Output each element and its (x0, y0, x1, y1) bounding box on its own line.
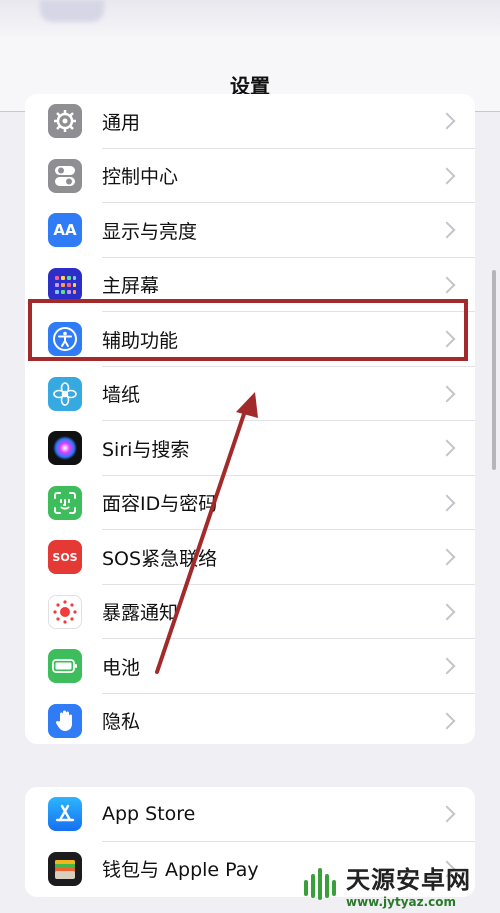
settings-row-face-id-passcode[interactable]: 面容ID与密码 (25, 476, 475, 530)
chevron-right-icon (438, 548, 456, 566)
settings-row-emergency-sos[interactable]: SOS SOS紧急联络 (25, 530, 475, 585)
siri-orb-icon (48, 431, 82, 466)
status-bar-time-blur (40, 0, 104, 22)
chevron-right-icon (438, 112, 456, 130)
chevron-right-icon (438, 167, 456, 185)
app-store-icon (48, 797, 82, 832)
settings-row-label: 控制中心 (102, 166, 179, 189)
settings-row-label: 辅助功能 (102, 329, 179, 352)
toggle-switches-icon (48, 158, 82, 193)
watermark-title: 天源安卓网 (346, 865, 471, 894)
settings-row-label: 电池 (102, 656, 141, 679)
settings-row-label: 显示与亮度 (102, 220, 198, 243)
exposure-dots-icon (48, 594, 82, 629)
sos-icon: SOS (48, 540, 82, 575)
settings-row-siri-search[interactable]: Siri与搜索 (25, 421, 475, 476)
face-id-icon (48, 485, 82, 520)
settings-row-label: Siri与搜索 (102, 438, 190, 461)
settings-row-control-center[interactable]: 控制中心 (25, 149, 475, 203)
settings-row-label: 墙纸 (102, 384, 141, 407)
chevron-right-icon (438, 603, 456, 621)
chevron-right-icon (438, 330, 456, 348)
chevron-right-icon (438, 221, 456, 239)
chevron-right-icon (438, 805, 456, 823)
watermark-logo-icon (304, 868, 336, 900)
text-size-aa-icon: AA (48, 213, 82, 248)
settings-row-home-screen[interactable]: 主屏幕 (25, 258, 475, 312)
chevron-right-icon (438, 657, 456, 675)
battery-icon (48, 649, 82, 684)
settings-row-label: 钱包与 Apple Pay (102, 859, 259, 882)
settings-row-privacy[interactable]: 隐私 (25, 694, 475, 745)
settings-row-label: 主屏幕 (102, 275, 160, 298)
settings-row-label: App Store (102, 803, 196, 826)
settings-row-label: 面容ID与密码 (102, 493, 218, 516)
flower-icon (48, 376, 82, 411)
settings-row-display-brightness[interactable]: AA 显示与亮度 (25, 203, 475, 258)
settings-row-general[interactable]: 通用 (25, 94, 475, 149)
settings-row-exposure-notifications[interactable]: 暴露通知 (25, 585, 475, 639)
gear-icon (48, 104, 82, 138)
accessibility-person-icon (48, 322, 82, 357)
settings-row-label: 隐私 (102, 711, 141, 734)
settings-row-label: 通用 (102, 111, 141, 134)
settings-row-wallpaper[interactable]: 墙纸 (25, 367, 475, 421)
scroll-indicator[interactable] (492, 270, 496, 470)
settings-group-main: 通用 控制中心 AA 显示与亮度 主屏幕 辅助功能 墙纸 Siri与搜索 面容I… (25, 94, 475, 744)
site-watermark: 天源安卓网 www.jytyaz.com (300, 855, 500, 913)
watermark-url: www.jytyaz.com (346, 894, 457, 909)
wallet-icon (48, 851, 82, 886)
chevron-right-icon (438, 439, 456, 457)
settings-row-label: SOS紧急联络 (102, 547, 218, 570)
settings-row-app-store[interactable]: App Store (25, 787, 475, 842)
chevron-right-icon (438, 712, 456, 730)
settings-row-label: 暴露通知 (102, 602, 179, 625)
chevron-right-icon (438, 276, 456, 294)
app-grid-icon (48, 267, 82, 302)
chevron-right-icon (438, 385, 456, 403)
hand-icon (48, 703, 82, 738)
chevron-right-icon (438, 494, 456, 512)
settings-row-battery[interactable]: 电池 (25, 639, 475, 694)
settings-row-accessibility[interactable]: 辅助功能 (25, 312, 475, 367)
status-bar (0, 0, 500, 36)
